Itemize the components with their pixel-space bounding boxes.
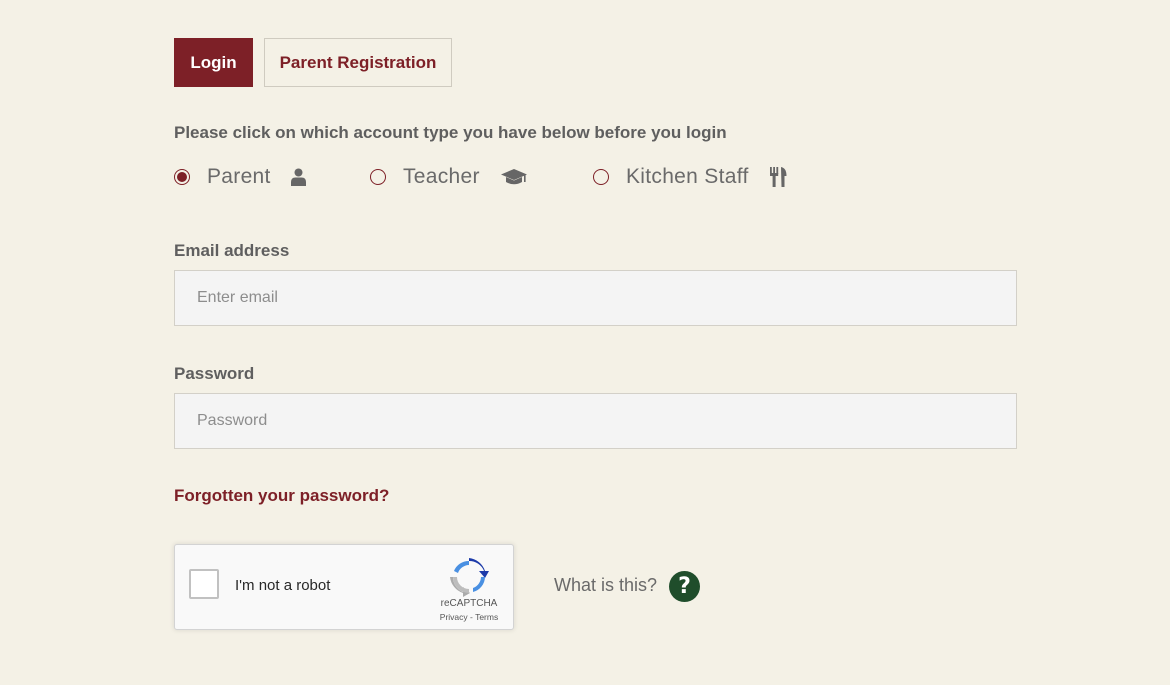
recaptcha-brand: reCAPTCHA <box>440 598 498 609</box>
what-is-this-link[interactable]: What is this? <box>554 575 657 596</box>
question-icon[interactable]: ? <box>669 571 700 602</box>
radio-button-kitchen-staff[interactable] <box>593 169 609 185</box>
password-input[interactable] <box>174 393 1017 449</box>
graduation-cap-icon <box>500 168 528 186</box>
radio-label-kitchen-staff: Kitchen Staff <box>626 165 749 188</box>
user-icon <box>290 168 306 186</box>
account-type-instruction: Please click on which account type you h… <box>174 123 727 142</box>
radio-button-parent[interactable] <box>174 169 190 185</box>
radio-label-teacher: Teacher <box>403 165 480 188</box>
recaptcha-links[interactable]: Privacy - Terms <box>425 612 513 622</box>
password-label: Password <box>174 364 255 383</box>
account-type-radio-group: Parent Teacher Kitchen Staff <box>174 162 874 192</box>
recaptcha-label: I'm not a robot <box>235 577 331 594</box>
recaptcha-widget: I'm not a robot reCAPTCHA Privacy - Term… <box>174 544 514 630</box>
recaptcha-logo-icon <box>449 557 489 597</box>
radio-kitchen-staff[interactable]: Kitchen Staff <box>593 162 787 192</box>
email-label: Email address <box>174 241 290 260</box>
tab-bar: Login Parent Registration <box>174 38 452 87</box>
email-input[interactable] <box>174 270 1017 326</box>
tab-parent-registration[interactable]: Parent Registration <box>264 38 452 87</box>
radio-label-parent: Parent <box>207 165 271 188</box>
radio-button-teacher[interactable] <box>370 169 386 185</box>
radio-parent[interactable]: Parent <box>174 162 306 192</box>
forgot-password-link[interactable]: Forgotten your password? <box>174 486 389 506</box>
tab-login[interactable]: Login <box>174 38 253 87</box>
radio-selected-dot <box>177 172 187 182</box>
login-page: Login Parent Registration Please click o… <box>0 0 1170 685</box>
radio-teacher[interactable]: Teacher <box>370 162 528 192</box>
recaptcha-checkbox[interactable] <box>189 569 219 599</box>
utensils-icon <box>769 167 787 187</box>
